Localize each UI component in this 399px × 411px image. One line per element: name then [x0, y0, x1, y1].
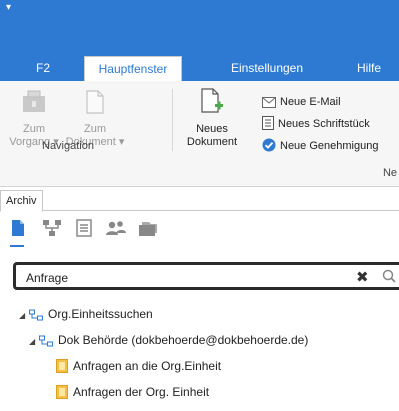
neue-genehmigung-label: Neue Genehmigung — [280, 140, 379, 152]
case-folder-icon — [6, 89, 62, 119]
tree-node-dok-behoerde[interactable]: ◢ Dok Behörde (dokbehoerde@dokbehoerde.de… — [29, 330, 308, 350]
tab-einstellungen[interactable]: Einstellungen — [220, 56, 314, 81]
tab-f2[interactable]: F2 — [28, 56, 58, 81]
tree-node-label: Dok Behörde (dokbehoerde@dokbehoerde.de) — [58, 333, 309, 347]
expand-arrow-icon[interactable]: ◢ — [29, 332, 39, 352]
tree-node-label: Org.Einheitssuchen — [48, 307, 153, 321]
neues-schriftstueck-button[interactable]: Neues Schriftstück — [262, 116, 370, 132]
tree-node-anfragen-der[interactable]: Anfragen der Org. Einheit — [56, 382, 209, 402]
navigation-group-label: Navigation — [42, 140, 94, 152]
saved-search-icon — [56, 359, 68, 373]
neues-dokument-label-2: Dokument — [186, 136, 238, 148]
tree-node-label: Anfragen an die Org.Einheit — [73, 359, 222, 373]
neues-dokument-button[interactable]: Neues Dokument — [182, 87, 242, 149]
saved-search-icon — [56, 385, 68, 399]
zum-vorgang-label-1: Zum — [23, 123, 45, 135]
neues-dokument-label-1: Neues — [196, 123, 228, 135]
org-unit-icon — [29, 309, 43, 321]
tree-node-anfragen-an[interactable]: Anfragen an die Org.Einheit — [56, 356, 221, 376]
search-box: ✖ — [13, 262, 399, 290]
tree-node-org-einheitssuchen[interactable]: ◢ Org.Einheitssuchen — [19, 304, 153, 324]
neues-schriftstueck-label: Neues Schriftstück — [278, 118, 370, 130]
group2-label: Ne — [382, 167, 398, 179]
title-bar: ▾ — [0, 0, 399, 56]
active-view-indicator — [10, 245, 24, 247]
search-input[interactable] — [24, 268, 328, 288]
neue-email-button[interactable]: Neue E-Mail — [262, 94, 341, 110]
document-outline-icon — [64, 89, 126, 119]
tree-node-label: Anfragen der Org. Einheit — [73, 385, 210, 399]
ribbon: Zum Vorgang ▾ Zum Dokument ▾ Navigation … — [0, 81, 399, 187]
document-lines-icon — [262, 116, 274, 130]
ribbon-tab-bar: F2 Hauptfenster Einstellungen Hilfe — [0, 56, 399, 82]
list-icon[interactable] — [74, 218, 96, 240]
org-unit-icon — [39, 335, 53, 347]
zum-dokument-label-1: Zum — [84, 123, 106, 135]
clear-search-icon[interactable]: ✖ — [356, 268, 369, 286]
quick-access-dropdown[interactable]: ▾ — [6, 2, 11, 13]
document-icon[interactable] — [9, 218, 31, 240]
neue-email-label: Neue E-Mail — [280, 96, 341, 108]
hierarchy-icon[interactable] — [42, 218, 64, 240]
tab-divider — [0, 210, 399, 211]
tab-hilfe[interactable]: Hilfe — [352, 56, 386, 81]
tab-archiv[interactable]: Archiv — [0, 190, 43, 212]
tab-hauptfenster[interactable]: Hauptfenster — [84, 56, 182, 82]
envelope-icon — [262, 97, 276, 108]
ribbon-separator — [172, 89, 173, 151]
folder-stack-icon[interactable] — [137, 218, 159, 240]
expand-arrow-icon[interactable]: ◢ — [19, 306, 29, 326]
checkmark-badge-icon — [262, 138, 276, 152]
new-document-icon — [182, 87, 242, 119]
users-icon[interactable] — [105, 218, 127, 240]
neue-genehmigung-button[interactable]: Neue Genehmigung — [262, 138, 378, 154]
search-icon[interactable] — [382, 269, 396, 286]
